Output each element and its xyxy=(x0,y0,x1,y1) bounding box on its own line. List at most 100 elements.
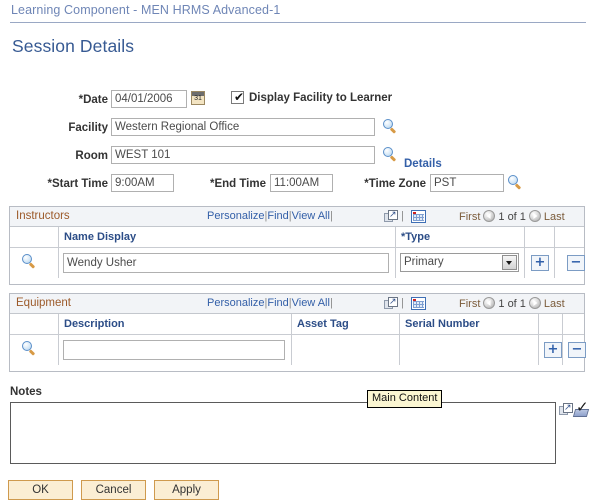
header-divider xyxy=(10,22,586,23)
expand-window-icon[interactable]: ↗ xyxy=(384,210,398,223)
view-all-link[interactable]: View All xyxy=(292,297,330,309)
spell-check-icon[interactable]: ✓ xyxy=(572,400,590,417)
pager-next-arrow[interactable] xyxy=(528,210,541,222)
grid-icon-cells xyxy=(413,301,424,308)
col-sep xyxy=(524,248,525,278)
col-sep xyxy=(58,335,59,365)
calendar-icon[interactable]: 31 xyxy=(191,91,205,105)
pager-count: 1 of 1 xyxy=(498,298,526,310)
end-time-input[interactable] xyxy=(270,174,333,192)
tools-sep-3: | xyxy=(329,297,333,309)
instructor-lookup-icon[interactable] xyxy=(22,254,38,270)
details-link[interactable]: Details xyxy=(404,158,442,170)
instructor-add-row-button[interactable]: + xyxy=(531,255,549,271)
equipment-grid-tools: Personalize|Find|View All| xyxy=(207,297,333,309)
pager-prev-arrow[interactable] xyxy=(483,210,496,222)
start-time-label: *Start Time xyxy=(47,178,108,190)
instructor-remove-row-button[interactable]: − xyxy=(567,255,585,271)
download-grid-icon[interactable] xyxy=(411,210,426,223)
facility-input[interactable] xyxy=(111,118,375,136)
equipment-lookup-icon[interactable] xyxy=(22,341,38,357)
facility-lookup-icon[interactable] xyxy=(383,119,399,135)
time-zone-lookup-icon[interactable] xyxy=(508,175,524,191)
pager-last-link[interactable]: Last xyxy=(544,211,565,223)
magnifier-handle xyxy=(515,183,522,190)
equipment-description-input[interactable] xyxy=(63,340,285,360)
col-sep xyxy=(562,335,563,365)
equipment-grid-title: Equipment xyxy=(16,297,71,309)
instructor-type-value: Primary xyxy=(404,256,444,268)
magnifier-handle xyxy=(29,349,36,356)
display-facility-checkbox[interactable]: ✔ xyxy=(231,91,244,104)
instructors-grid: Instructors Personalize|Find|View All| ↗… xyxy=(9,206,585,285)
expand-window-icon[interactable]: ↗ xyxy=(384,297,398,310)
pager-prev-arrow[interactable] xyxy=(483,297,496,309)
notes-expand-window-icon[interactable]: ↗ xyxy=(559,403,573,416)
room-input[interactable] xyxy=(111,146,375,164)
apply-button[interactable]: Apply xyxy=(154,480,219,500)
tooltip-main-content: Main Content xyxy=(367,390,443,408)
download-grid-icon[interactable] xyxy=(411,297,426,310)
col-sep xyxy=(291,314,292,334)
chevron-down-icon[interactable] xyxy=(502,255,517,270)
col-sep xyxy=(58,314,59,334)
equipment-remove-row-button[interactable]: − xyxy=(568,342,586,358)
pager-last-link[interactable]: Last xyxy=(544,298,565,310)
personalize-link[interactable]: Personalize xyxy=(207,297,264,309)
instructor-name-input[interactable] xyxy=(63,253,389,273)
personalize-link[interactable]: Personalize xyxy=(207,210,264,222)
equipment-column-header-row: Description Asset Tag Serial Number xyxy=(10,314,584,335)
notes-label: Notes xyxy=(10,386,42,398)
facility-label: Facility xyxy=(68,122,108,134)
equipment-grid: Equipment Personalize|Find|View All| ↗ |… xyxy=(9,293,586,372)
find-link[interactable]: Find xyxy=(267,297,288,309)
room-lookup-icon[interactable] xyxy=(383,147,399,163)
page-header: Learning Component - MEN HRMS Advanced-1 xyxy=(0,0,593,24)
display-facility-label: Display Facility to Learner xyxy=(249,92,393,104)
date-input[interactable] xyxy=(111,90,187,108)
instructors-grid-title: Instructors xyxy=(16,210,70,222)
col-sep xyxy=(538,335,539,365)
instructor-type-select[interactable]: Primary xyxy=(400,253,519,272)
instructors-grid-tools: Personalize|Find|View All| xyxy=(207,210,333,222)
pager-first-link[interactable]: First xyxy=(459,298,480,310)
expand-icon-arrow: ↗ xyxy=(389,297,397,307)
start-time-input[interactable] xyxy=(111,174,174,192)
instructors-tools-sep-4: | xyxy=(401,210,404,222)
col-sep xyxy=(58,248,59,278)
instructors-grid-header: Instructors Personalize|Find|View All| ↗… xyxy=(10,207,584,227)
col-sep xyxy=(562,314,563,334)
pager-first-link[interactable]: First xyxy=(459,211,480,223)
col-sep xyxy=(395,227,396,247)
col-sep xyxy=(524,227,525,247)
page-title: Learning Component - MEN HRMS Advanced-1 xyxy=(11,3,281,17)
col-sep xyxy=(554,248,555,278)
calendar-icon-day: 31 xyxy=(194,95,202,102)
find-link[interactable]: Find xyxy=(267,210,288,222)
cancel-button[interactable]: Cancel xyxy=(81,480,146,500)
grid-icon-cells xyxy=(413,214,424,221)
magnifier-handle xyxy=(390,127,397,134)
section-title: Session Details xyxy=(12,36,135,56)
time-zone-label: *Time Zone xyxy=(364,178,426,190)
col-sep xyxy=(538,314,539,334)
expand-icon-arrow: ↗ xyxy=(389,210,397,220)
instructors-column-header-row: Name Display *Type xyxy=(10,227,584,248)
col-sep xyxy=(58,227,59,247)
time-zone-input[interactable] xyxy=(430,174,504,192)
column-header-asset-tag: Asset Tag xyxy=(297,318,349,330)
notes-textarea[interactable] xyxy=(10,402,556,464)
col-sep xyxy=(554,227,555,247)
view-all-link[interactable]: View All xyxy=(292,210,330,222)
pager-next-arrow[interactable] xyxy=(528,297,541,309)
magnifier-handle xyxy=(390,155,397,162)
minus-icon: − xyxy=(570,255,582,270)
instructors-pager: First 1 of 1 Last xyxy=(459,210,565,223)
ok-button[interactable]: OK xyxy=(8,480,73,500)
col-sep xyxy=(399,335,400,365)
col-sep xyxy=(399,314,400,334)
checkmark-icon: ✔ xyxy=(234,90,245,104)
table-row: + − xyxy=(10,335,586,365)
equipment-add-row-button[interactable]: + xyxy=(544,342,562,358)
magnifier-handle xyxy=(29,262,36,269)
